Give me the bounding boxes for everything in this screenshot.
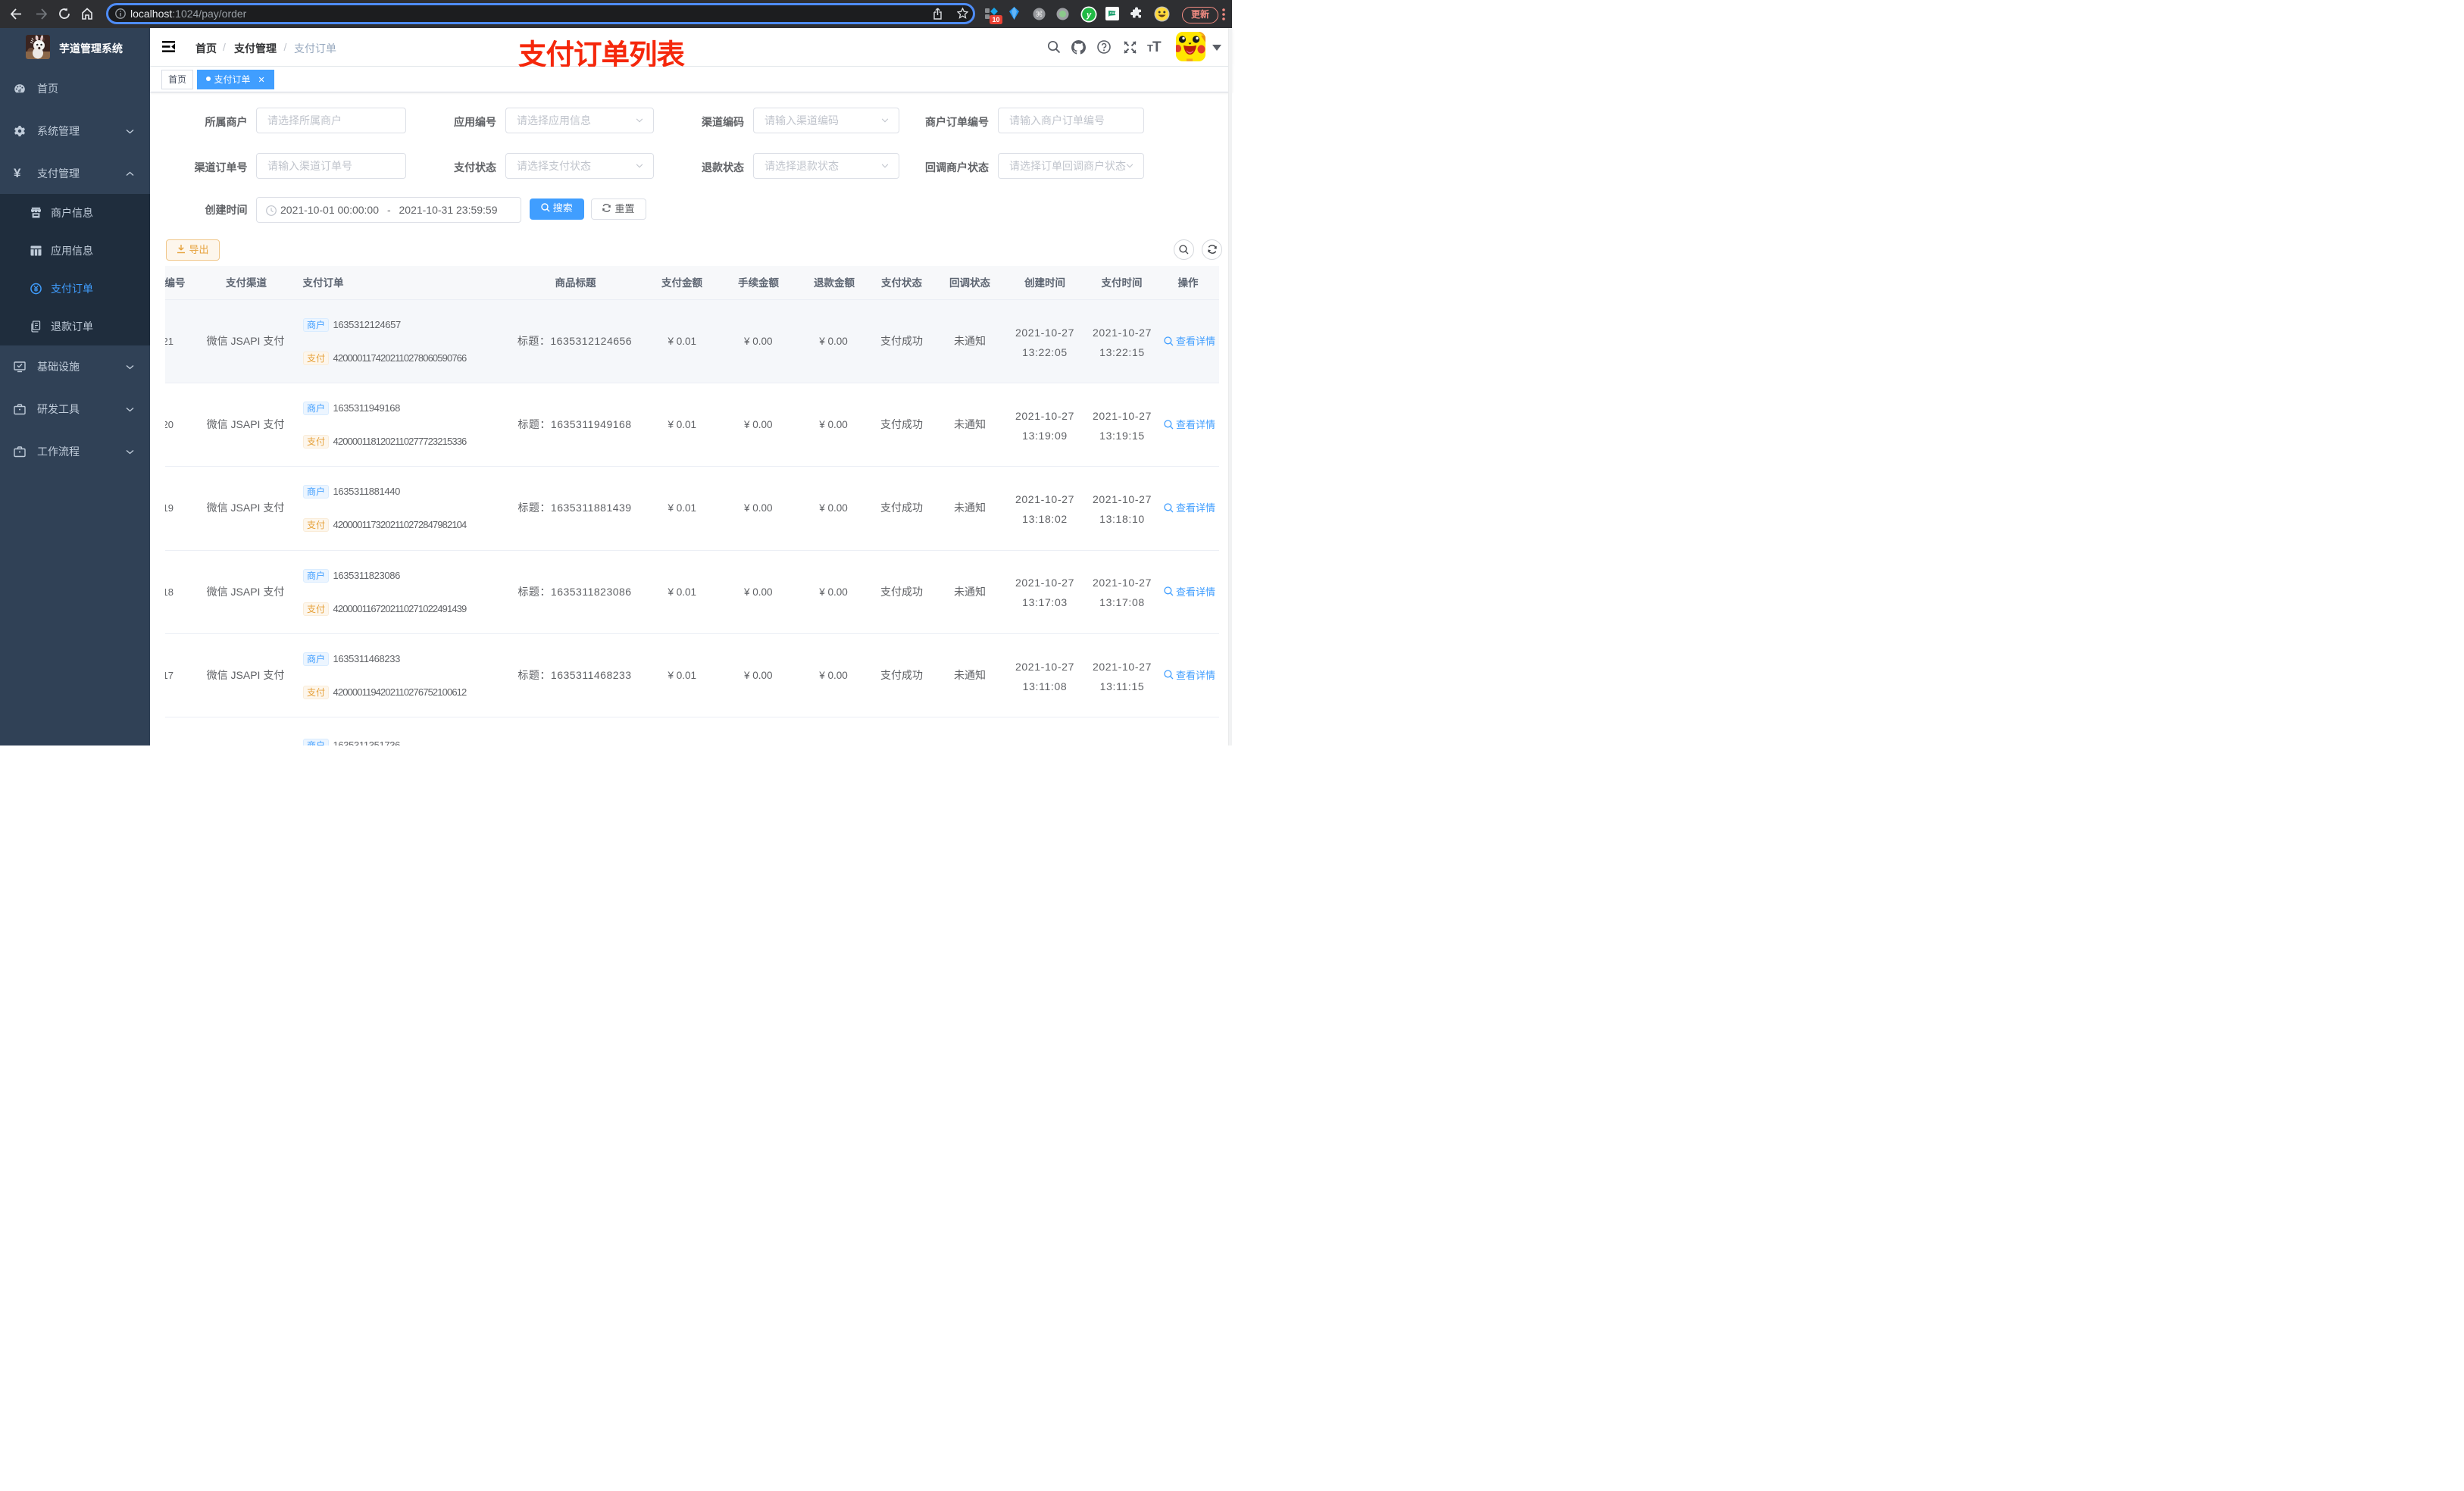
svg-text:y: y [1086, 11, 1092, 20]
svg-text:⌘: ⌘ [1036, 11, 1043, 19]
